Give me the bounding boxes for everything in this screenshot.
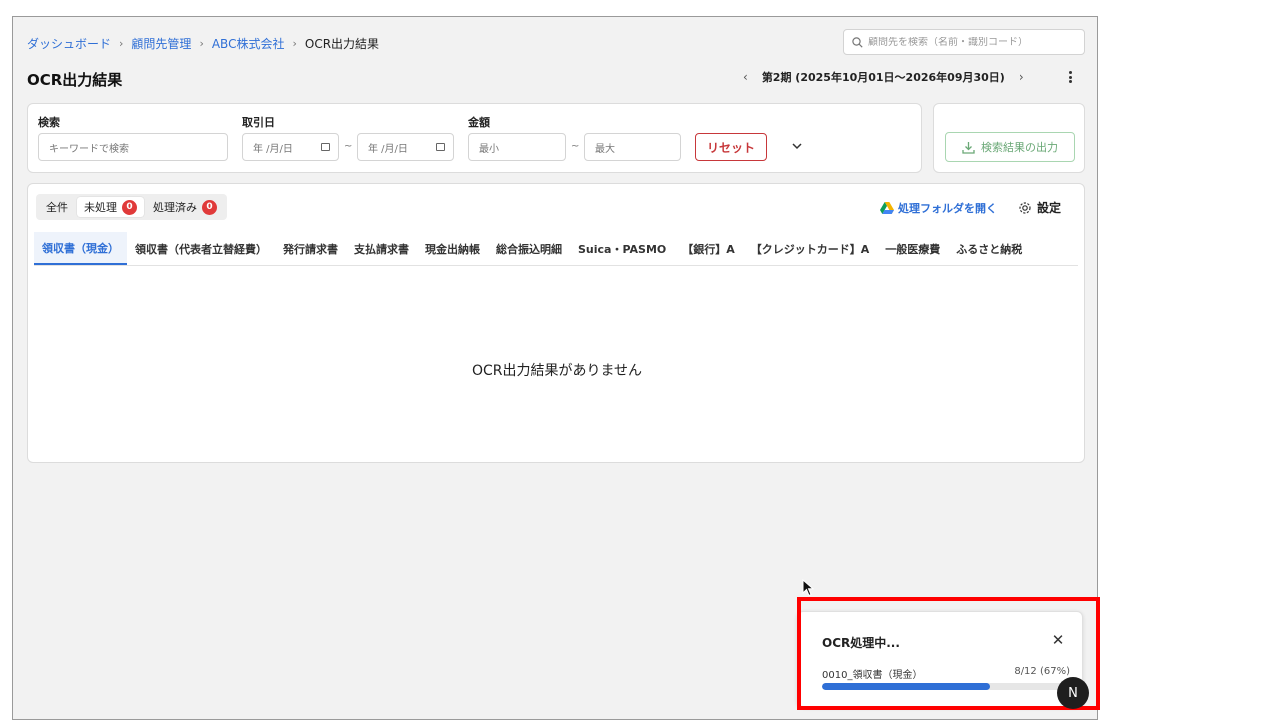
- date-from-value: 年 /月/日: [253, 143, 293, 155]
- keyword-placeholder: キーワードで検索: [49, 143, 129, 155]
- amount-min-placeholder: 最小: [479, 143, 499, 155]
- toast-title: OCR処理中...: [822, 636, 900, 650]
- status-tab-all[interactable]: 全件: [39, 197, 75, 217]
- tab-receipt-cash[interactable]: 領収書（現金）: [34, 232, 127, 265]
- results-panel: 全件 未処理 0 処理済み 0 処理フォルダを開く 設定 領収書（現金） 領収書…: [27, 183, 1085, 463]
- tab-bank-a[interactable]: 【銀行】A: [674, 232, 743, 265]
- tab-receipt-reimbursement[interactable]: 領収書（代表者立替経費）: [127, 232, 275, 265]
- client-search-input[interactable]: [868, 36, 1068, 48]
- export-panel: 検索結果の出力: [933, 103, 1085, 173]
- open-folder-link[interactable]: 処理フォルダを開く: [880, 200, 997, 216]
- date-label: 取引日: [242, 116, 275, 129]
- count-badge: 0: [122, 199, 137, 215]
- client-search[interactable]: [843, 29, 1085, 55]
- breadcrumb-company[interactable]: ABC株式会社: [212, 35, 285, 52]
- tab-suica-pasmo[interactable]: Suica・PASMO: [570, 232, 674, 265]
- download-icon: [962, 141, 975, 154]
- tab-transfer-statement[interactable]: 総合振込明細: [488, 232, 570, 265]
- status-filter: 全件 未処理 0 処理済み 0: [36, 194, 227, 220]
- calendar-icon[interactable]: [436, 143, 445, 151]
- date-to-input[interactable]: 年 /月/日: [357, 133, 454, 161]
- reset-button[interactable]: リセット: [695, 133, 767, 161]
- export-label: 検索結果の出力: [981, 142, 1058, 154]
- close-icon[interactable]: ✕: [1050, 631, 1066, 649]
- amount-range-tilde: ~: [571, 141, 580, 152]
- status-tab-processed[interactable]: 処理済み 0: [146, 197, 224, 217]
- keyword-input[interactable]: キーワードで検索: [38, 133, 228, 161]
- tab-issued-invoice[interactable]: 発行請求書: [275, 232, 346, 265]
- amount-min-input[interactable]: 最小: [468, 133, 566, 161]
- more-vertical-icon[interactable]: [1063, 69, 1077, 85]
- status-tab-label: 処理済み: [153, 201, 197, 214]
- tab-medical-expenses[interactable]: 一般医療費: [877, 232, 948, 265]
- gear-icon: [1019, 201, 1031, 214]
- amount-max-placeholder: 最大: [595, 143, 615, 155]
- status-tab-label: 全件: [46, 201, 68, 214]
- breadcrumb-dashboard[interactable]: ダッシュボード: [27, 35, 111, 52]
- assistant-fab[interactable]: N: [1057, 677, 1089, 709]
- google-drive-icon: [880, 202, 894, 214]
- breadcrumb-clients[interactable]: 顧問先管理: [131, 35, 191, 52]
- settings-button[interactable]: 設定: [1018, 199, 1061, 216]
- ocr-progress-toast: OCR処理中... ✕ 0010_領収書（現金） 8/12 (67%): [797, 611, 1083, 707]
- amount-label: 金額: [468, 116, 490, 129]
- category-tabs: 領収書（現金） 領収書（代表者立替経費） 発行請求書 支払請求書 現金出納帳 総…: [34, 232, 1078, 266]
- empty-state-message: OCR出力結果がありません: [471, 363, 643, 379]
- filter-panel: 検索 キーワードで検索 取引日 年 /月/日 ~ 年 /月/日 金額 最小 ~ …: [27, 103, 922, 173]
- tab-furusato-tax[interactable]: ふるさと納税: [948, 232, 1030, 265]
- chevron-down-icon[interactable]: [788, 137, 806, 155]
- export-results-button[interactable]: 検索結果の出力: [945, 132, 1075, 162]
- chevron-right-icon: ›: [119, 37, 124, 50]
- period-selector: ‹ 第2期 (2025年10月01日〜2026年09月30日) ›: [743, 69, 1024, 85]
- keyword-label: 検索: [38, 116, 60, 129]
- page-title: OCR出力結果: [27, 71, 123, 89]
- tab-payment-invoice[interactable]: 支払請求書: [346, 232, 417, 265]
- tab-cash-book[interactable]: 現金出納帳: [417, 232, 488, 265]
- chevron-right-icon: ›: [199, 37, 204, 50]
- status-tab-label: 未処理: [84, 201, 117, 214]
- search-icon: [852, 36, 863, 48]
- prev-period-icon[interactable]: ‹: [743, 70, 748, 84]
- date-from-input[interactable]: 年 /月/日: [242, 133, 339, 161]
- open-folder-label: 処理フォルダを開く: [898, 202, 997, 215]
- breadcrumb: ダッシュボード › 顧問先管理 › ABC株式会社 › OCR出力結果: [27, 35, 379, 52]
- mouse-cursor-icon: [802, 579, 814, 597]
- calendar-icon[interactable]: [321, 143, 330, 151]
- status-tab-unprocessed[interactable]: 未処理 0: [77, 197, 144, 217]
- count-badge: 0: [202, 199, 217, 215]
- date-to-value: 年 /月/日: [368, 143, 408, 155]
- progress-bar-fill: [822, 683, 990, 690]
- settings-label: 設定: [1037, 201, 1062, 215]
- tab-credit-card-a[interactable]: 【クレジットカード】A: [743, 232, 878, 265]
- chevron-right-icon: ›: [292, 37, 297, 50]
- toast-file-name: 0010_領収書（現金）: [822, 670, 923, 681]
- amount-max-input[interactable]: 最大: [584, 133, 681, 161]
- date-range-tilde: ~: [344, 141, 353, 152]
- toast-progress-count: 8/12 (67%): [1014, 666, 1070, 677]
- progress-bar: [822, 683, 1072, 690]
- next-period-icon[interactable]: ›: [1019, 70, 1024, 84]
- breadcrumb-current: OCR出力結果: [304, 37, 380, 51]
- period-label: 第2期 (2025年10月01日〜2026年09月30日): [761, 71, 1005, 84]
